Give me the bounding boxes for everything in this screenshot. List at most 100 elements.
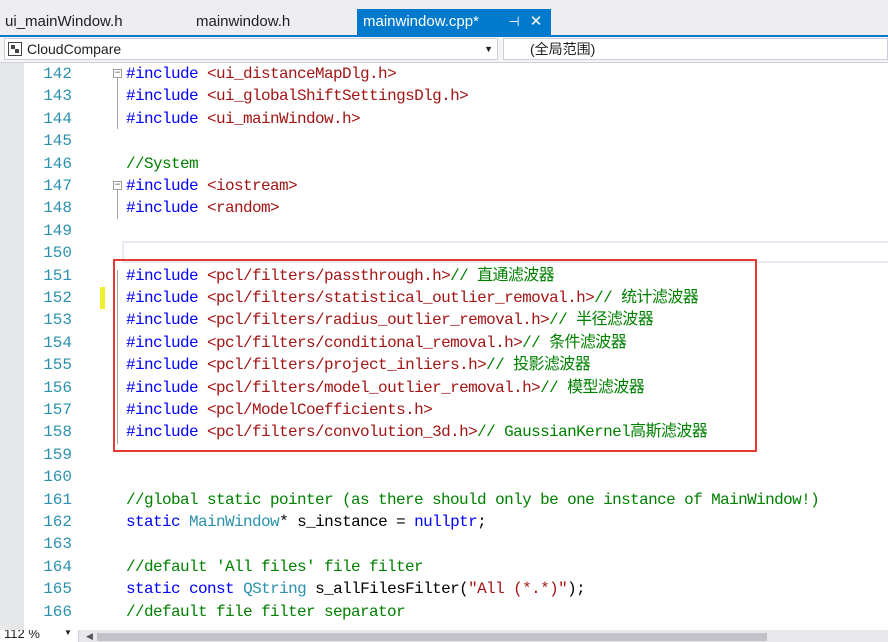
- chevron-down-icon: ▼: [64, 630, 72, 637]
- scope-label: (全局范围): [530, 41, 596, 57]
- code-token: //default file filter separator: [126, 602, 406, 621]
- scroll-left-icon[interactable]: ◀: [86, 630, 93, 642]
- line-number: 143: [43, 87, 72, 106]
- code-token: static: [126, 513, 181, 531]
- code-text: //default 'All files' file filter: [126, 556, 424, 578]
- code-token: const: [189, 580, 235, 599]
- scope-dropdown[interactable]: (全局范围): [503, 38, 888, 60]
- code-text: //global static pointer (as there should…: [126, 489, 820, 511]
- line-number: 160: [43, 468, 72, 487]
- code-line[interactable]: 165 static const QString s_allFilesFilter…: [0, 578, 888, 600]
- code-token: //System: [126, 154, 199, 173]
- code-line[interactable]: 146 //System: [0, 153, 888, 175]
- line-number: 151: [43, 266, 72, 285]
- horizontal-scrollbar-thumb[interactable]: [97, 633, 767, 641]
- change-marker: [100, 287, 105, 309]
- line-number: 149: [43, 221, 72, 240]
- code-line[interactable]: 142 #include <ui_distanceMapDlg.h>: [0, 63, 888, 85]
- project-icon: [8, 42, 22, 56]
- code-token: <ui_mainWindow.h>: [207, 109, 361, 128]
- tab-bar: ui_mainWindow.h mainwindow.h mainwindow.…: [0, 0, 888, 35]
- code-token: //default 'All files' file filter: [126, 557, 424, 576]
- code-token: #include: [126, 199, 199, 218]
- code-line[interactable]: 161 //global static pointer (as there sho…: [0, 489, 888, 511]
- line-number: 161: [43, 490, 72, 509]
- project-label: CloudCompare: [27, 41, 122, 57]
- code-token: nullptr: [414, 513, 478, 531]
- line-number: 153: [43, 311, 72, 330]
- code-token: static: [126, 580, 181, 599]
- collapse-toggle-icon[interactable]: −: [113, 69, 122, 78]
- zoom-label: 112 %: [4, 630, 40, 641]
- code-text: #include <ui_globalShiftSettingsDlg.h>: [126, 85, 469, 107]
- code-text: #include <ui_distanceMapDlg.h>: [126, 63, 397, 85]
- code-line[interactable]: 145: [0, 130, 888, 152]
- code-token: <ui_globalShiftSettingsDlg.h>: [207, 87, 469, 106]
- code-line[interactable]: 148 #include <random>: [0, 197, 888, 219]
- code-text: static const QString s_allFilesFilter("A…: [126, 578, 586, 600]
- status-bar: 112 % ▼ ◀: [0, 630, 888, 642]
- code-token: //global static pointer (as there should…: [126, 490, 820, 509]
- line-number: 152: [43, 289, 72, 307]
- line-number: 165: [43, 580, 72, 599]
- code-token: "All (*.*)": [468, 580, 568, 599]
- code-token: #include: [126, 65, 199, 83]
- code-line[interactable]: 163: [0, 533, 888, 555]
- line-number: 163: [43, 535, 72, 554]
- code-token: * s_instance =: [279, 513, 415, 531]
- code-text: //System: [126, 153, 199, 175]
- code-line[interactable]: 162 static MainWindow* s_instance = nullp…: [0, 511, 888, 533]
- code-line[interactable]: 144 #include <ui_mainWindow.h>: [0, 108, 888, 130]
- line-number: 146: [43, 154, 72, 173]
- code-text: //default file filter separator: [126, 601, 406, 623]
- code-text: #include <iostream>: [126, 175, 298, 197]
- pin-icon[interactable]: ⊣: [506, 9, 522, 35]
- line-number: 144: [43, 109, 72, 128]
- tab-mainwindow-h[interactable]: mainwindow.h: [196, 9, 290, 35]
- code-token: <random>: [207, 199, 280, 218]
- code-token: <ui_distanceMapDlg.h>: [207, 65, 397, 83]
- outline-guide: [117, 78, 118, 129]
- zoom-dropdown[interactable]: 112 % ▼: [0, 630, 79, 642]
- code-line[interactable]: 149: [0, 220, 888, 242]
- collapse-toggle-icon[interactable]: −: [113, 181, 122, 190]
- code-token: <iostream>: [207, 177, 298, 195]
- code-line[interactable]: 143 #include <ui_globalShiftSettingsDlg.h…: [0, 85, 888, 107]
- annotation-highlight-box: [113, 259, 757, 452]
- line-number: 166: [43, 602, 72, 621]
- line-number: 157: [43, 401, 72, 419]
- navigation-bar: CloudCompare ▼ (全局范围): [0, 37, 888, 63]
- line-number: 142: [43, 65, 72, 83]
- line-number: 145: [43, 132, 72, 151]
- line-number: 154: [43, 333, 72, 352]
- project-dropdown[interactable]: CloudCompare ▼: [4, 38, 498, 60]
- tab-mainwindow-cpp[interactable]: mainwindow.cpp* ⊣ ✕: [357, 9, 551, 35]
- code-line[interactable]: 160: [0, 466, 888, 488]
- code-text: #include <ui_mainWindow.h>: [126, 108, 361, 130]
- code-token: #include: [126, 87, 199, 106]
- code-token: MainWindow: [189, 513, 280, 531]
- code-token: ;: [477, 513, 487, 531]
- code-token: );: [567, 580, 586, 599]
- code-token: #include: [126, 177, 199, 195]
- code-line[interactable]: 147 #include <iostream>: [0, 175, 888, 197]
- line-number: 158: [43, 423, 72, 442]
- line-number: 162: [43, 513, 72, 531]
- code-editor[interactable]: 142 #include <ui_distanceMapDlg.h> 143 #inc…: [0, 63, 888, 630]
- outline-guide: [117, 190, 118, 219]
- line-number: 164: [43, 557, 72, 576]
- code-line[interactable]: 164 //default 'All files' file filter: [0, 556, 888, 578]
- tab-ui-mainwindow-h[interactable]: ui_mainWindow.h: [5, 9, 123, 35]
- line-number: 155: [43, 356, 72, 375]
- line-number: 147: [43, 177, 72, 195]
- code-token: QString: [243, 580, 307, 599]
- close-icon[interactable]: ✕: [528, 9, 544, 35]
- code-line[interactable]: 166 //default file filter separator: [0, 601, 888, 623]
- line-number: 156: [43, 378, 72, 397]
